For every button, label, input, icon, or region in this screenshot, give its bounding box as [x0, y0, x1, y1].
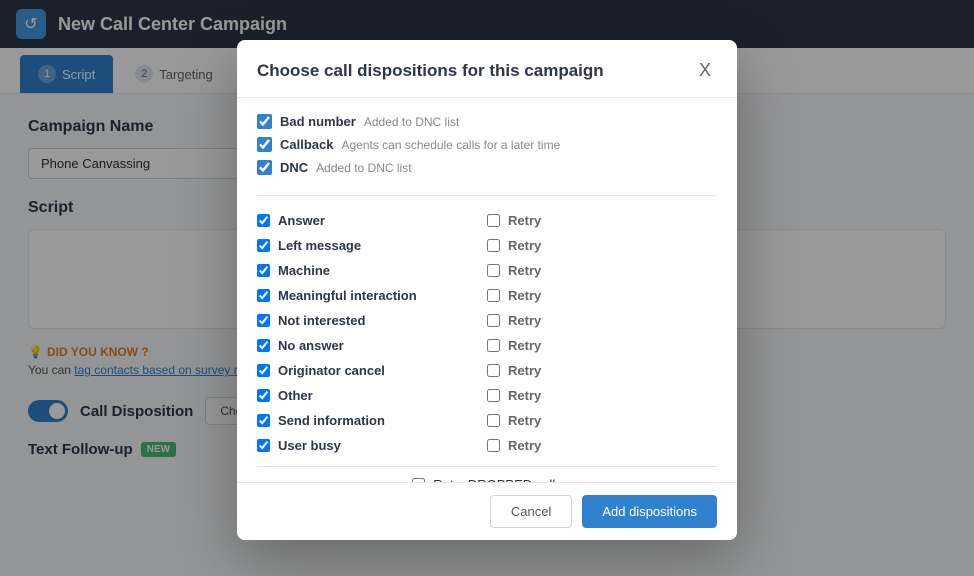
- originator-cancel-label: Originator cancel: [278, 363, 385, 378]
- machine-retry-checkbox[interactable]: [487, 264, 500, 277]
- send-information-left: Send information: [257, 408, 487, 433]
- modal-title: Choose call dispositions for this campai…: [257, 61, 604, 81]
- dnc-label: DNC: [280, 160, 308, 175]
- bad-number-checkbox[interactable]: [257, 114, 272, 129]
- answer-retry-label: Retry: [508, 213, 541, 228]
- not-interested-retry-label: Retry: [508, 313, 541, 328]
- meaningful-retry: Retry: [487, 283, 717, 308]
- originator-cancel-retry-label: Retry: [508, 363, 541, 378]
- machine-label: Machine: [278, 263, 330, 278]
- no-answer-label: No answer: [278, 338, 344, 353]
- modal-close-button[interactable]: X: [693, 58, 717, 83]
- answer-retry-checkbox[interactable]: [487, 214, 500, 227]
- retry-dropped-row: Retry DROPPED calls: [257, 466, 717, 482]
- dnc-row: DNC Added to DNC list: [257, 160, 717, 175]
- bad-number-desc: Added to DNC list: [364, 115, 459, 129]
- no-answer-retry-label: Retry: [508, 338, 541, 353]
- callback-checkbox[interactable]: [257, 137, 272, 152]
- no-answer-retry: Retry: [487, 333, 717, 358]
- left-message-checkbox[interactable]: [257, 239, 270, 252]
- user-busy-label: User busy: [278, 438, 341, 453]
- not-interested-retry: Retry: [487, 308, 717, 333]
- other-label: Other: [278, 388, 313, 403]
- originator-cancel-retry: Retry: [487, 358, 717, 383]
- machine-retry: Retry: [487, 258, 717, 283]
- add-dispositions-button[interactable]: Add dispositions: [582, 495, 717, 528]
- machine-checkbox[interactable]: [257, 264, 270, 277]
- originator-cancel-retry-checkbox[interactable]: [487, 364, 500, 377]
- send-information-retry-checkbox[interactable]: [487, 414, 500, 427]
- user-busy-retry-label: Retry: [508, 438, 541, 453]
- disposition-grid: Answer Retry Left message Retry: [257, 208, 717, 458]
- meaningful-retry-checkbox[interactable]: [487, 289, 500, 302]
- meaningful-label: Meaningful interaction: [278, 288, 417, 303]
- left-message-label: Left message: [278, 238, 361, 253]
- modal: Choose call dispositions for this campai…: [237, 40, 737, 540]
- other-checkbox[interactable]: [257, 389, 270, 402]
- callback-desc: Agents can schedule calls for a later ti…: [341, 138, 560, 152]
- send-information-retry: Retry: [487, 408, 717, 433]
- answer-retry: Retry: [487, 208, 717, 233]
- meaningful-checkbox[interactable]: [257, 289, 270, 302]
- originator-cancel-left: Originator cancel: [257, 358, 487, 383]
- meaningful-retry-label: Retry: [508, 288, 541, 303]
- bad-number-label: Bad number: [280, 114, 356, 129]
- machine-left: Machine: [257, 258, 487, 283]
- left-message-retry-label: Retry: [508, 238, 541, 253]
- not-interested-checkbox[interactable]: [257, 314, 270, 327]
- send-information-retry-label: Retry: [508, 413, 541, 428]
- left-message-retry: Retry: [487, 233, 717, 258]
- modal-header: Choose call dispositions for this campai…: [237, 40, 737, 98]
- no-answer-retry-checkbox[interactable]: [487, 339, 500, 352]
- other-retry: Retry: [487, 383, 717, 408]
- left-message-left: Left message: [257, 233, 487, 258]
- cancel-button[interactable]: Cancel: [490, 495, 572, 528]
- dnc-checkbox[interactable]: [257, 160, 272, 175]
- send-information-label: Send information: [278, 413, 385, 428]
- not-interested-label: Not interested: [278, 313, 365, 328]
- no-answer-checkbox[interactable]: [257, 339, 270, 352]
- callback-label: Callback: [280, 137, 333, 152]
- send-information-checkbox[interactable]: [257, 414, 270, 427]
- user-busy-checkbox[interactable]: [257, 439, 270, 452]
- originator-cancel-checkbox[interactable]: [257, 364, 270, 377]
- other-retry-label: Retry: [508, 388, 541, 403]
- machine-retry-label: Retry: [508, 263, 541, 278]
- no-answer-left: No answer: [257, 333, 487, 358]
- dnc-desc: Added to DNC list: [316, 161, 411, 175]
- not-interested-left: Not interested: [257, 308, 487, 333]
- callback-row: Callback Agents can schedule calls for a…: [257, 137, 717, 152]
- answer-checkbox[interactable]: [257, 214, 270, 227]
- user-busy-left: User busy: [257, 433, 487, 458]
- bad-number-row: Bad number Added to DNC list: [257, 114, 717, 129]
- fixed-dispositions: Bad number Added to DNC list Callback Ag…: [257, 114, 717, 196]
- other-left: Other: [257, 383, 487, 408]
- modal-overlay: Choose call dispositions for this campai…: [0, 0, 974, 576]
- user-busy-retry-checkbox[interactable]: [487, 439, 500, 452]
- user-busy-retry: Retry: [487, 433, 717, 458]
- modal-body: Bad number Added to DNC list Callback Ag…: [237, 98, 737, 482]
- answer-label: Answer: [278, 213, 325, 228]
- answer-left: Answer: [257, 208, 487, 233]
- modal-footer: Cancel Add dispositions: [237, 482, 737, 540]
- other-retry-checkbox[interactable]: [487, 389, 500, 402]
- meaningful-left: Meaningful interaction: [257, 283, 487, 308]
- not-interested-retry-checkbox[interactable]: [487, 314, 500, 327]
- left-message-retry-checkbox[interactable]: [487, 239, 500, 252]
